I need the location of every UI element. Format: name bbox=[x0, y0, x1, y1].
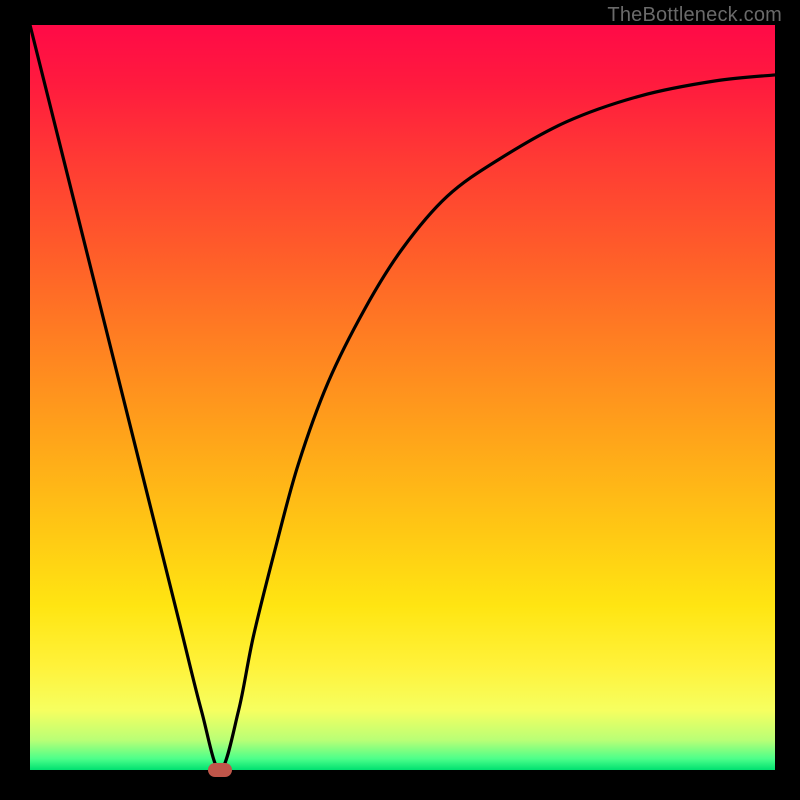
curve-svg bbox=[30, 25, 775, 770]
minimum-marker bbox=[208, 763, 232, 777]
bottleneck-curve bbox=[30, 25, 775, 770]
plot-area bbox=[30, 25, 775, 770]
chart-frame: TheBottleneck.com bbox=[0, 0, 800, 800]
watermark-text: TheBottleneck.com bbox=[607, 4, 782, 27]
